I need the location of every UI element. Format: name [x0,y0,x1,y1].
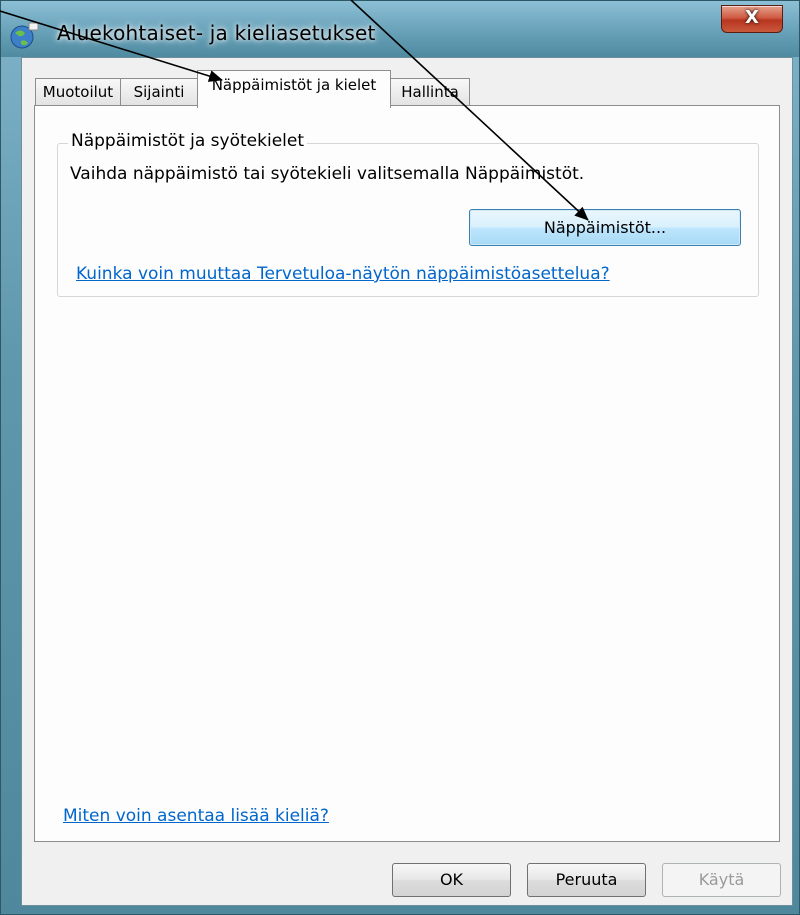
ok-button[interactable]: OK [392,863,511,897]
tab-muotoilut[interactable]: Muotoilut [35,78,121,105]
welcome-screen-keyboard-link[interactable]: Kuinka voin muuttaa Tervetuloa-näytön nä… [76,264,610,284]
tab-hallinta[interactable]: Hallinta [390,78,470,105]
regional-settings-icon [10,22,39,49]
dialog-window: Aluekohtaiset- ja kieliasetukset X Muoto… [0,0,800,915]
group-description: Vaihda näppäimistö tai syötekieli valits… [70,164,585,184]
group-title: Näppäimistöt ja syötekielet [68,131,307,151]
install-languages-link[interactable]: Miten voin asentaa lisää kieliä? [63,806,329,826]
change-keyboards-button[interactable]: Näppäimistöt... [469,209,741,246]
dialog-client-area: Muotoilut Sijainti Näppäimistöt ja kiele… [21,57,793,906]
apply-button[interactable]: Käytä [662,863,781,897]
tab-sijainti[interactable]: Sijainti [120,78,198,105]
keyboards-group: Näppäimistöt ja syötekielet Vaihda näppä… [57,131,759,297]
cancel-button[interactable]: Peruuta [527,863,646,897]
tab-panel: Näppäimistöt ja syötekielet Vaihda näppä… [34,105,780,842]
close-button[interactable]: X [721,5,783,33]
tab-keyboards-and-languages[interactable]: Näppäimistöt ja kielet [197,70,391,108]
title-bar[interactable]: Aluekohtaiset- ja kieliasetukset X [1,1,799,57]
tab-strip: Muotoilut Sijainti Näppäimistöt ja kiele… [22,58,792,108]
close-icon: X [745,7,759,28]
window-title: Aluekohtaiset- ja kieliasetukset [57,21,376,45]
